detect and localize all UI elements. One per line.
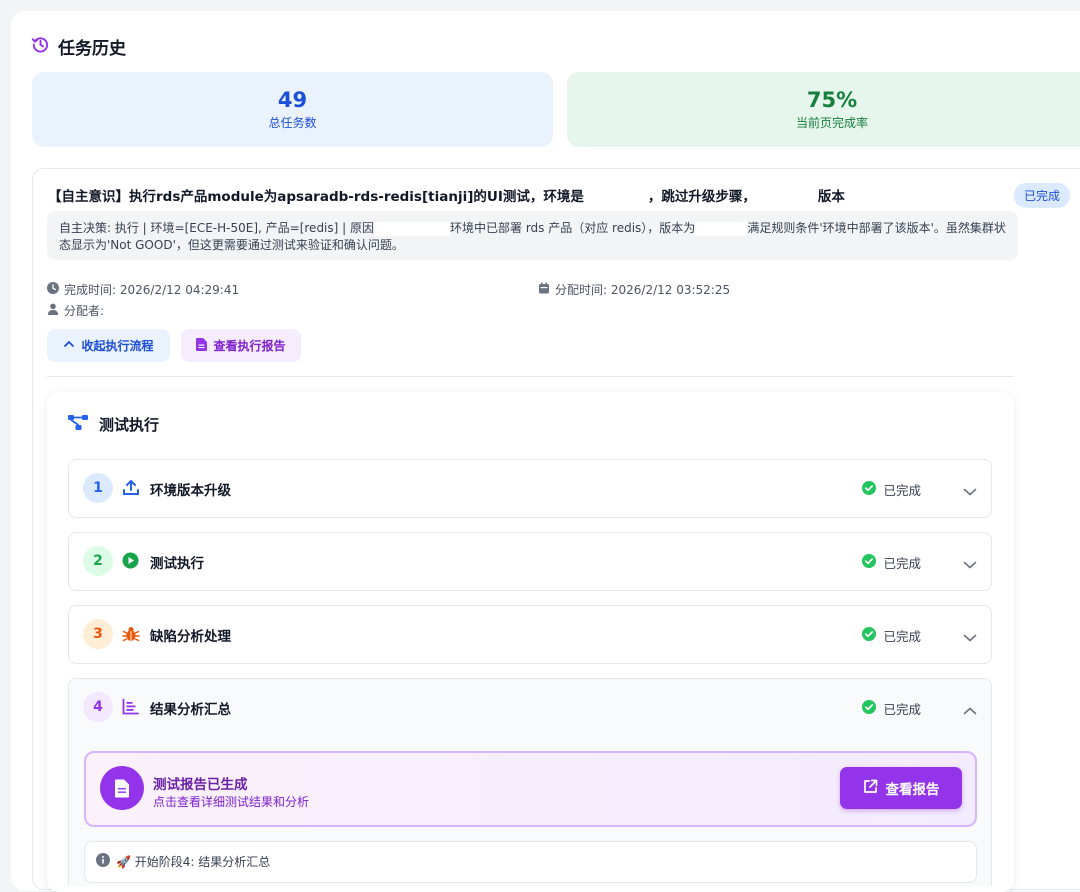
stage-status-text: 已完成 [883, 702, 921, 717]
log-line: 🚀 开始阶段4: 结果分析汇总 [96, 853, 270, 870]
status-badge: 已完成 [1014, 183, 1071, 208]
log-panel: 🚀 开始阶段4: 结果分析汇总 [84, 841, 977, 883]
stage-4[interactable]: 4 结果分析汇总 已完成 [68, 678, 992, 737]
check-circle-icon [862, 481, 877, 498]
assignee-text: 分配者: [64, 304, 105, 318]
total-tasks-value: 49 [277, 88, 308, 112]
collapse-flow-button[interactable]: 收起执行流程 [47, 329, 170, 362]
stage-label: 测试执行 [150, 556, 204, 572]
decision-part1: 自主决策: 执行 | 环境=[ECE-H-50E], 产品=[redis] | … [59, 221, 375, 235]
collapse-flow-label: 收起执行流程 [81, 339, 154, 353]
check-circle-icon [862, 627, 877, 644]
task-title-part3: 版本 [817, 189, 845, 205]
info-icon [96, 853, 110, 870]
chevron-down-icon[interactable] [963, 628, 977, 647]
chart-icon [122, 698, 139, 719]
decision-text: 自主决策: 执行 | 环境=[ECE-H-50E], 产品=[redis] | … [47, 211, 1018, 260]
clock-icon [47, 282, 59, 297]
bug-icon [122, 625, 140, 647]
redacted-block [374, 221, 451, 236]
log-line-text: 🚀 开始阶段4: 结果分析汇总 [116, 855, 271, 869]
stage-number: 2 [83, 546, 113, 576]
page-header: 任务历史 [31, 34, 126, 59]
assignee: 分配者: [47, 302, 104, 319]
stage-status-text: 已完成 [883, 556, 921, 571]
stage-number: 4 [83, 692, 113, 722]
stage-number: 3 [83, 619, 113, 649]
stage-status: 已完成 [862, 480, 921, 499]
task-title-part2: ，跳过升级步骤， [647, 189, 756, 205]
stage-1[interactable]: 1 环境版本升级 已完成 [68, 459, 992, 518]
completed-time-text: 完成时间: 2026/2/12 04:29:41 [64, 283, 240, 297]
test-execution-title: 测试执行 [99, 416, 160, 434]
chevron-down-icon[interactable] [963, 555, 977, 574]
completion-rate-stat: 75% 当前页完成率 [567, 72, 1080, 147]
redacted-block [583, 190, 648, 204]
stage-2[interactable]: 2 测试执行 已完成 [68, 532, 992, 591]
view-execution-report-button[interactable]: 查看执行报告 [181, 329, 301, 362]
decision-part2: 环境中已部署 rds 产品（对应 redis），版本为 [450, 221, 696, 235]
chevron-up-icon[interactable] [963, 701, 977, 720]
stage-status-text: 已完成 [883, 483, 921, 498]
view-execution-report-label: 查看执行报告 [213, 339, 286, 353]
stage-label: 环境版本升级 [150, 483, 231, 499]
stage-status: 已完成 [862, 699, 921, 718]
page-title: 任务历史 [58, 39, 126, 59]
report-title: 测试报告已生成 [153, 777, 248, 793]
file-icon [196, 337, 208, 354]
completion-rate-label: 当前页完成率 [795, 116, 868, 130]
calendar-icon [538, 282, 550, 297]
workflow-icon [68, 414, 89, 435]
upload-icon [122, 479, 140, 501]
stage-status-text: 已完成 [883, 629, 921, 644]
stage-label: 缺陷分析处理 [150, 629, 231, 645]
view-report-button[interactable]: 查看报告 [840, 767, 962, 809]
total-tasks-stat: 49 总任务数 [32, 72, 553, 147]
play-icon [122, 552, 139, 573]
assigned-time-text: 分配时间: 2026/2/12 03:52:25 [555, 283, 731, 297]
check-circle-icon [862, 700, 877, 717]
redacted-block [755, 190, 818, 204]
divider [47, 376, 1014, 377]
report-generated-banner: 测试报告已生成 点击查看详细测试结果和分析 查看报告 [84, 751, 977, 827]
chevron-up-icon [63, 338, 75, 353]
stage-3[interactable]: 3 缺陷分析处理 已完成 [68, 605, 992, 664]
assigned-time: 分配时间: 2026/2/12 03:52:25 [538, 281, 730, 298]
completed-time: 完成时间: 2026/2/12 04:29:41 [47, 281, 239, 298]
user-icon [47, 303, 59, 318]
view-report-label: 查看报告 [885, 782, 940, 798]
check-circle-icon [862, 554, 877, 571]
stage-status: 已完成 [862, 626, 921, 645]
document-icon [100, 766, 144, 810]
task-title: 【自主意识】执行rds产品module为apsaradb-rds-redis[t… [48, 185, 845, 205]
report-subtitle: 点击查看详细测试结果和分析 [153, 795, 310, 809]
test-execution-header: 测试执行 [68, 414, 159, 435]
redacted-block [695, 221, 748, 236]
stage-status: 已完成 [862, 553, 921, 572]
total-tasks-label: 总任务数 [268, 116, 317, 130]
stage-label: 结果分析汇总 [150, 702, 231, 718]
chevron-down-icon[interactable] [963, 482, 977, 501]
task-title-part1: 【自主意识】执行rds产品module为apsaradb-rds-redis[t… [48, 189, 584, 205]
completion-rate-value: 75% [806, 88, 858, 112]
external-link-icon [863, 779, 878, 798]
stage-number: 1 [83, 473, 113, 503]
history-icon [31, 35, 50, 58]
